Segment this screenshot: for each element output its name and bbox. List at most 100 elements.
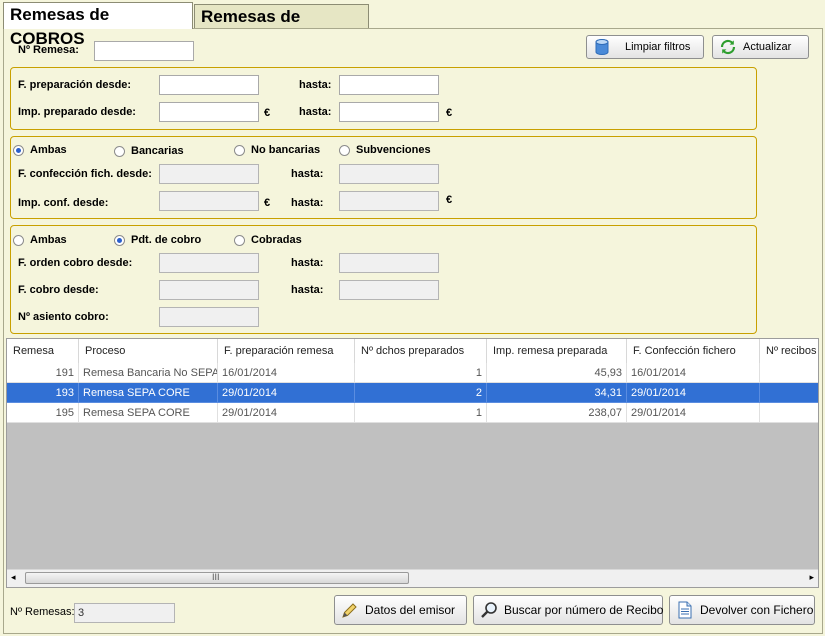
col-header-fconf[interactable]: F. Confección fichero xyxy=(627,339,760,363)
col-header-importe[interactable]: Imp. remesa preparada xyxy=(487,339,627,363)
forden-hasta-input[interactable] xyxy=(339,253,439,273)
cell-remesa: 193 xyxy=(7,383,79,403)
radio-ambas-estado-label: Ambas xyxy=(30,234,67,246)
impconf-hasta-input[interactable] xyxy=(339,191,439,211)
cell-fconf: 29/01/2014 xyxy=(627,383,760,403)
fcobro-hasta-input[interactable] xyxy=(339,280,439,300)
datos-emisor-label: Datos del emisor xyxy=(365,603,456,617)
cell-importe: 45,93 xyxy=(487,363,627,383)
imp-hasta-currency: € xyxy=(446,107,453,119)
remesas-count-field xyxy=(74,603,175,623)
cell-recibos xyxy=(760,383,818,403)
impconf-hasta-currency: € xyxy=(446,194,453,206)
scroll-right-arrow-icon[interactable]: ▸ xyxy=(809,572,814,583)
cell-dchos: 1 xyxy=(355,363,487,383)
buscar-recibo-label: Buscar por número de Recibo xyxy=(504,603,664,617)
fprep-desde-label: F. preparación desde: xyxy=(18,79,132,91)
cell-dchos: 2 xyxy=(355,383,487,403)
radio-ambas-tipo[interactable] xyxy=(13,145,24,156)
col-header-proceso[interactable]: Proceso xyxy=(79,339,218,363)
devolver-fichero-label: Devolver con Fichero xyxy=(700,603,814,617)
cell-remesa: 195 xyxy=(7,403,79,423)
fconf-desde-input[interactable] xyxy=(159,164,259,184)
scroll-grip: III xyxy=(212,572,220,582)
magnifier-icon xyxy=(480,601,498,619)
imp-hasta-input[interactable] xyxy=(339,102,439,122)
fconf-hasta-input[interactable] xyxy=(339,164,439,184)
tab-remesas-pagos[interactable]: Remesas de PAGOS xyxy=(194,4,369,50)
cell-proceso: Remesa SEPA CORE xyxy=(79,383,218,403)
radio-cobradas-label: Cobradas xyxy=(251,234,302,246)
database-icon xyxy=(593,38,611,56)
tab-remesas-cobros[interactable]: Remesas de COBROS xyxy=(3,2,193,48)
col-header-fprep[interactable]: F. preparación remesa xyxy=(218,339,355,363)
radio-subvenciones-label: Subvenciones xyxy=(356,144,431,156)
tab-strip: Remesas de COBROS Remesas de PAGOS xyxy=(0,0,825,50)
cell-recibos xyxy=(760,403,818,423)
buscar-recibo-button[interactable]: Buscar por número de Recibo xyxy=(473,595,663,625)
imp-desde-label: Imp. preparado desde: xyxy=(18,106,136,118)
cell-proceso: Remesa Bancaria No SEPA xyxy=(79,363,218,383)
radio-no-bancarias-label: No bancarias xyxy=(251,144,321,156)
cell-fprep: 29/01/2014 xyxy=(218,403,355,423)
col-header-dchos[interactable]: Nº dchos preparados xyxy=(355,339,487,363)
limpiar-filtros-label: Limpiar filtros xyxy=(625,41,691,53)
radio-no-bancarias[interactable] xyxy=(234,145,245,156)
cell-remesa: 191 xyxy=(7,363,79,383)
asiento-cobro-input[interactable] xyxy=(159,307,259,327)
forden-desde-label: F. orden cobro desde: xyxy=(18,257,133,269)
cell-importe: 238,07 xyxy=(487,403,627,423)
remesas-grid: Remesa Proceso F. preparación remesa Nº … xyxy=(6,338,819,588)
document-icon xyxy=(676,601,694,619)
fcobro-desde-input[interactable] xyxy=(159,280,259,300)
grid-header: Remesa Proceso F. preparación remesa Nº … xyxy=(7,339,818,364)
cell-dchos: 1 xyxy=(355,403,487,423)
imp-hasta-label: hasta: xyxy=(299,106,332,118)
asiento-cobro-label: Nº asiento cobro: xyxy=(18,311,109,323)
cell-fconf: 29/01/2014 xyxy=(627,403,760,423)
fconf-desde-label: F. confección fich. desde: xyxy=(18,168,152,180)
fcobro-desde-label: F. cobro desde: xyxy=(18,284,99,296)
radio-subvenciones[interactable] xyxy=(339,145,350,156)
cell-fprep: 16/01/2014 xyxy=(218,363,355,383)
fprep-desde-input[interactable] xyxy=(159,75,259,95)
impconf-desde-label: Imp. conf. desde: xyxy=(18,197,109,209)
impconf-desde-currency: € xyxy=(264,197,271,209)
radio-ambas-estado[interactable] xyxy=(13,235,24,246)
table-row[interactable]: 191 Remesa Bancaria No SEPA 16/01/2014 1… xyxy=(7,363,818,383)
cell-proceso: Remesa SEPA CORE xyxy=(79,403,218,423)
cell-fconf: 16/01/2014 xyxy=(627,363,760,383)
impconf-hasta-label: hasta: xyxy=(291,197,324,209)
forden-desde-input[interactable] xyxy=(159,253,259,273)
scroll-left-arrow-icon[interactable]: ◂ xyxy=(11,572,16,583)
radio-pdt-cobro[interactable] xyxy=(114,235,125,246)
refresh-icon xyxy=(719,38,737,56)
limpiar-filtros-button[interactable]: Limpiar filtros xyxy=(586,35,704,59)
cell-fprep: 29/01/2014 xyxy=(218,383,355,403)
remesas-count-label: Nº Remesas: xyxy=(10,606,75,618)
devolver-fichero-button[interactable]: Devolver con Fichero xyxy=(669,595,815,625)
remesa-input[interactable] xyxy=(94,41,194,61)
fprep-hasta-input[interactable] xyxy=(339,75,439,95)
cell-recibos xyxy=(760,363,818,383)
impconf-desde-input[interactable] xyxy=(159,191,259,211)
fcobro-hasta-label: hasta: xyxy=(291,284,324,296)
radio-bancarias[interactable] xyxy=(114,146,125,157)
edit-icon xyxy=(341,601,359,619)
col-header-remesa[interactable]: Remesa xyxy=(7,339,79,363)
actualizar-button[interactable]: Actualizar xyxy=(712,35,809,59)
radio-cobradas[interactable] xyxy=(234,235,245,246)
imp-desde-currency: € xyxy=(264,107,271,119)
horizontal-scrollbar[interactable]: ◂ III ▸ xyxy=(7,569,818,587)
table-row[interactable]: 195 Remesa SEPA CORE 29/01/2014 1 238,07… xyxy=(7,403,818,423)
radio-pdt-cobro-label: Pdt. de cobro xyxy=(131,234,202,246)
datos-emisor-button[interactable]: Datos del emisor xyxy=(334,595,467,625)
radio-bancarias-label: Bancarias xyxy=(131,145,184,157)
radio-ambas-tipo-label: Ambas xyxy=(30,144,67,156)
imp-desde-input[interactable] xyxy=(159,102,259,122)
table-row-selected[interactable]: 193 Remesa SEPA CORE 29/01/2014 2 34,31 … xyxy=(7,383,818,403)
fconf-hasta-label: hasta: xyxy=(291,168,324,180)
scroll-thumb[interactable]: III xyxy=(25,572,409,584)
col-header-recibos[interactable]: Nº recibos xyxy=(760,339,818,363)
fprep-hasta-label: hasta: xyxy=(299,79,332,91)
